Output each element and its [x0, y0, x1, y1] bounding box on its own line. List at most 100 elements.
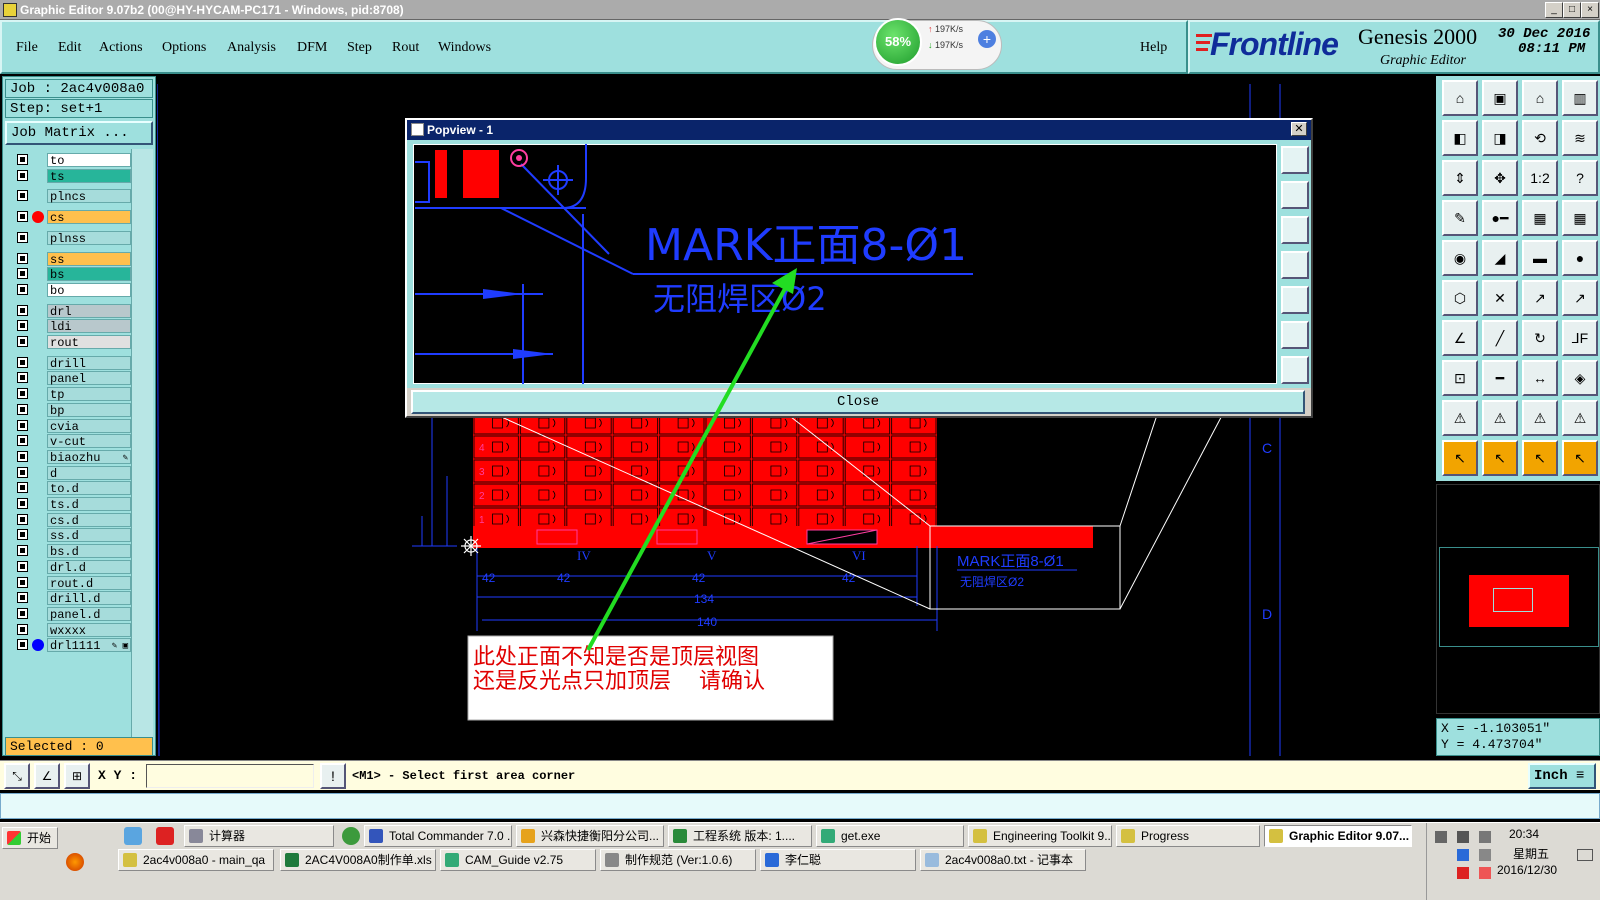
layer-name[interactable]: bp [47, 402, 131, 418]
menu-edit[interactable]: Edit [58, 40, 81, 56]
layer-name[interactable]: bo [47, 282, 131, 298]
edit-icon[interactable]: ✎ [1442, 200, 1478, 236]
layer-name[interactable]: cs [47, 210, 131, 225]
layer-row-drl.d[interactable]: drl.d [15, 559, 131, 575]
layer-row-cs[interactable]: cs [15, 210, 131, 225]
delete-icon[interactable]: ✕ [1482, 280, 1518, 316]
layer-row-tp[interactable]: tp [15, 387, 131, 402]
layer-checkbox[interactable] [17, 466, 28, 478]
taskbar-item-spec[interactable]: 制作规范 (Ver:1.0.6) [600, 849, 756, 871]
tray-icon-5[interactable] [1457, 867, 1469, 879]
popview-close-button[interactable]: Close [411, 390, 1305, 414]
layer-name[interactable]: v-cut [47, 434, 131, 449]
layer-row-to[interactable]: to [15, 153, 131, 168]
zoom-box-icon[interactable]: ▣ [1482, 80, 1518, 116]
layer-name[interactable]: d [47, 465, 131, 481]
layer-name[interactable]: drl [47, 303, 131, 319]
layer-checkbox[interactable] [17, 623, 28, 635]
scale-icon[interactable]: 1:2 [1522, 160, 1558, 196]
copy-icon[interactable]: ↗ [1562, 280, 1598, 316]
layer-checkbox[interactable] [17, 450, 28, 462]
layer-checkbox[interactable] [17, 513, 28, 525]
layer-row-ts.d[interactable]: ts.d [15, 497, 131, 512]
layer-name[interactable]: to [47, 153, 131, 168]
taskbar-item-calculator[interactable]: 计算器 [184, 825, 334, 847]
job-matrix-button[interactable]: Job Matrix ... [5, 121, 153, 145]
tray-icon-6[interactable] [1479, 867, 1491, 879]
overview-viewport[interactable] [1493, 588, 1533, 612]
net-icon[interactable]: ⬡ [1442, 280, 1478, 316]
layer-name[interactable]: bs [47, 267, 131, 282]
layer-checkbox[interactable] [17, 639, 28, 651]
popview-zoom-in-button[interactable] [1281, 321, 1309, 349]
taskbar-item-notepad[interactable]: 2ac4v008a0.txt - 记事本 [920, 849, 1086, 871]
snap-icon[interactable]: ⊡ [1442, 360, 1478, 396]
layer-checkbox[interactable] [17, 211, 28, 223]
taskbar-item-cam-guide[interactable]: CAM_Guide v2.75 [440, 849, 596, 871]
rotate-icon[interactable]: ↻ [1522, 320, 1558, 356]
layer-name[interactable]: rout [47, 335, 131, 350]
taskbar-item-graphic-editor[interactable]: Graphic Editor 9.07... [1264, 825, 1412, 847]
layer-checkbox[interactable] [17, 231, 28, 243]
tray-icon-4[interactable] [1457, 849, 1469, 861]
layer-checkbox[interactable] [17, 252, 28, 264]
taskbar-item-total-commander[interactable]: Total Commander 7.0 ... [364, 825, 512, 847]
zoom-area-icon[interactable]: ⤡ [4, 763, 30, 789]
layer-checkbox[interactable] [17, 372, 28, 384]
layer-row-rout.d[interactable]: rout.d [15, 575, 131, 591]
cpu-percent-gauge[interactable]: 58% [874, 18, 922, 66]
layer-name[interactable]: drill.d [47, 591, 131, 606]
taskbar-item-engineering-toolkit[interactable]: Engineering Toolkit 9.... [968, 825, 1112, 847]
layer-name[interactable]: bs.d [47, 544, 131, 559]
menu-options[interactable]: Options [162, 40, 206, 56]
xy-input[interactable] [146, 764, 314, 788]
layer-checkbox[interactable] [17, 435, 28, 447]
layer-checkbox[interactable] [17, 529, 28, 541]
layer-row-rout[interactable]: rout [15, 335, 131, 350]
layer-row-ss[interactable]: ss [15, 251, 131, 267]
stack-icon[interactable]: ≋ [1562, 120, 1598, 156]
pan-right-icon[interactable]: ◨ [1482, 120, 1518, 156]
layer-row-d[interactable]: d [15, 465, 131, 481]
layer-checkbox[interactable] [17, 268, 28, 280]
ruler-icon[interactable]: ▬ [1522, 240, 1558, 276]
menu-help[interactable]: Help [1140, 40, 1167, 56]
maximize-button[interactable]: □ [1563, 2, 1581, 18]
pointer-snap-icon[interactable]: ↖ [1562, 440, 1598, 476]
layer-name[interactable]: panel.d [47, 606, 131, 622]
tray-icon-1[interactable] [1435, 831, 1447, 843]
taskbar-item-get-exe[interactable]: get.exe [816, 825, 964, 847]
home-icon[interactable]: ⌂ [1442, 80, 1478, 116]
warning-alt-icon[interactable]: ⚠ [1482, 400, 1518, 436]
taskbar-item-main-qa[interactable]: 2ac4v008a0 - main_qa [118, 849, 274, 871]
taskbar-item-chat[interactable]: 李仁聪 [760, 849, 916, 871]
pointer-select-icon[interactable]: ↖ [1482, 440, 1518, 476]
layer-name[interactable]: ts.d [47, 497, 131, 512]
layer-row-drl1111[interactable]: drl1111 ✎ ▣ [15, 638, 131, 653]
popview-pan-left-button[interactable] [1281, 251, 1309, 279]
pointer-icon[interactable]: ↖ [1442, 440, 1478, 476]
overview-panel[interactable] [1436, 484, 1600, 714]
angle-icon[interactable]: ∠ [1442, 320, 1478, 356]
layer-checkbox[interactable] [17, 336, 28, 347]
alert-icon[interactable]: ! [320, 763, 346, 789]
layer-row-bo[interactable]: bo [15, 282, 131, 298]
polygon-icon[interactable]: ◢ [1482, 240, 1518, 276]
layer-checkbox[interactable] [17, 592, 28, 604]
layer-name[interactable]: rout.d [47, 575, 131, 591]
layer-checkbox[interactable] [17, 560, 28, 572]
layer-checkbox[interactable] [17, 169, 28, 181]
layer-row-ldi[interactable]: ldi [15, 319, 131, 334]
layer-name[interactable]: drl.d [47, 559, 131, 575]
pan-icon[interactable]: ✥ [1482, 160, 1518, 196]
popview-pan-down-button[interactable] [1281, 216, 1309, 244]
popview-canvas[interactable]: MARK正面8-Ø1 无阻焊区Ø2 [413, 144, 1277, 384]
quicklaunch-icon-1[interactable] [124, 827, 142, 845]
tray-app-icon[interactable] [66, 853, 84, 871]
layer-name[interactable]: plncs [47, 189, 131, 204]
layer-checkbox[interactable] [17, 190, 28, 202]
layer-row-biaozhu[interactable]: biaozhu ✎ [15, 449, 131, 465]
minimize-button[interactable]: _ [1545, 2, 1563, 18]
menu-file[interactable]: File [16, 40, 38, 56]
layer-checkbox[interactable] [17, 419, 28, 431]
